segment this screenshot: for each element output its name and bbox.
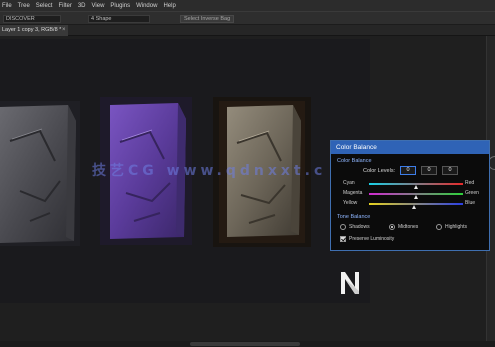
watermark-text: 技艺CG www.qdnxxt.c xyxy=(92,163,327,179)
options-bar: DISCOVER 4 Shape Select Inverse Bag xyxy=(0,11,495,25)
document-tab-title: Layer 1 copy 3, RGB/8 * xyxy=(2,27,62,33)
radio-shadows[interactable]: Shadows xyxy=(340,224,370,230)
preset-select[interactable]: 4 Shape xyxy=(88,15,150,23)
radio-label: Midtones xyxy=(398,224,419,230)
checkbox-box xyxy=(340,236,346,242)
section-tone-balance: Tone Balance xyxy=(337,214,371,220)
slider-row-yellow-blue: Yellow Blue xyxy=(331,199,489,209)
color-levels-label: Color Levels: xyxy=(363,168,396,174)
menu-help[interactable]: Help xyxy=(163,3,175,9)
select-inverse-button[interactable]: Select Inverse Bag xyxy=(180,15,235,23)
menu-window[interactable]: Window xyxy=(136,3,157,9)
menu-bar: File Tree Select Filter 3D View Plugins … xyxy=(0,0,495,11)
menu-3d[interactable]: 3D xyxy=(78,3,86,9)
slider-label-blue: Blue xyxy=(465,200,476,206)
mode-select[interactable]: DISCOVER xyxy=(3,15,61,23)
radio-highlights[interactable]: Highlights xyxy=(436,224,467,230)
yellow-blue-slider[interactable] xyxy=(369,203,463,209)
color-balance-panel: Color Balance Color Balance Color Levels… xyxy=(330,140,490,251)
level-field-3[interactable]: 0 xyxy=(442,166,458,175)
slider-label-red: Red xyxy=(465,180,475,186)
horizontal-scrollbar[interactable] xyxy=(0,341,495,347)
checkbox-label: Preserve Luminosity xyxy=(349,236,395,242)
scrollbar-thumb[interactable] xyxy=(190,342,300,346)
level-field-1[interactable]: 0 xyxy=(400,166,416,175)
slider-label-cyan: Cyan xyxy=(343,180,355,186)
document-tab[interactable]: Layer 1 copy 3, RGB/8 * xyxy=(0,25,68,36)
radio-dot xyxy=(389,224,395,230)
stone-tile-gray xyxy=(0,101,80,246)
slider-row-cyan-red: Cyan Red xyxy=(331,179,489,189)
radio-dot xyxy=(340,224,346,230)
section-color-balance: Color Balance xyxy=(337,158,372,164)
close-tab-icon[interactable]: × xyxy=(62,25,66,36)
menu-plugins[interactable]: Plugins xyxy=(110,3,130,9)
document-tab-bar: Layer 1 copy 3, RGB/8 * × xyxy=(0,25,495,36)
radio-midtones[interactable]: Midtones xyxy=(389,224,418,230)
slider-row-magenta-green: Magenta Green xyxy=(331,189,489,199)
menu-filter[interactable]: Filter xyxy=(58,3,71,9)
preserve-luminosity-checkbox[interactable]: Preserve Luminosity xyxy=(340,236,394,242)
slider-label-green: Green xyxy=(465,190,479,196)
radio-label: Shadows xyxy=(349,224,370,230)
menu-tree[interactable]: Tree xyxy=(18,3,30,9)
menu-file[interactable]: File xyxy=(2,3,12,9)
n-logo-icon xyxy=(341,272,359,294)
panel-body: Color Balance Color Levels: 0 0 0 Cyan R… xyxy=(331,154,489,250)
slider-label-magenta: Magenta xyxy=(343,190,363,196)
radio-dot xyxy=(436,224,442,230)
menu-view[interactable]: View xyxy=(92,3,105,9)
radio-label: Highlights xyxy=(445,224,467,230)
slider-thumb[interactable] xyxy=(411,205,417,210)
cyan-red-slider[interactable] xyxy=(369,183,463,189)
level-field-2[interactable]: 0 xyxy=(421,166,437,175)
panel-title[interactable]: Color Balance xyxy=(331,141,489,154)
slider-label-yellow: Yellow xyxy=(343,200,358,206)
menu-select[interactable]: Select xyxy=(36,3,53,9)
tone-radio-group: Shadows Midtones Highlights xyxy=(331,224,489,233)
magenta-green-slider[interactable] xyxy=(369,193,463,199)
